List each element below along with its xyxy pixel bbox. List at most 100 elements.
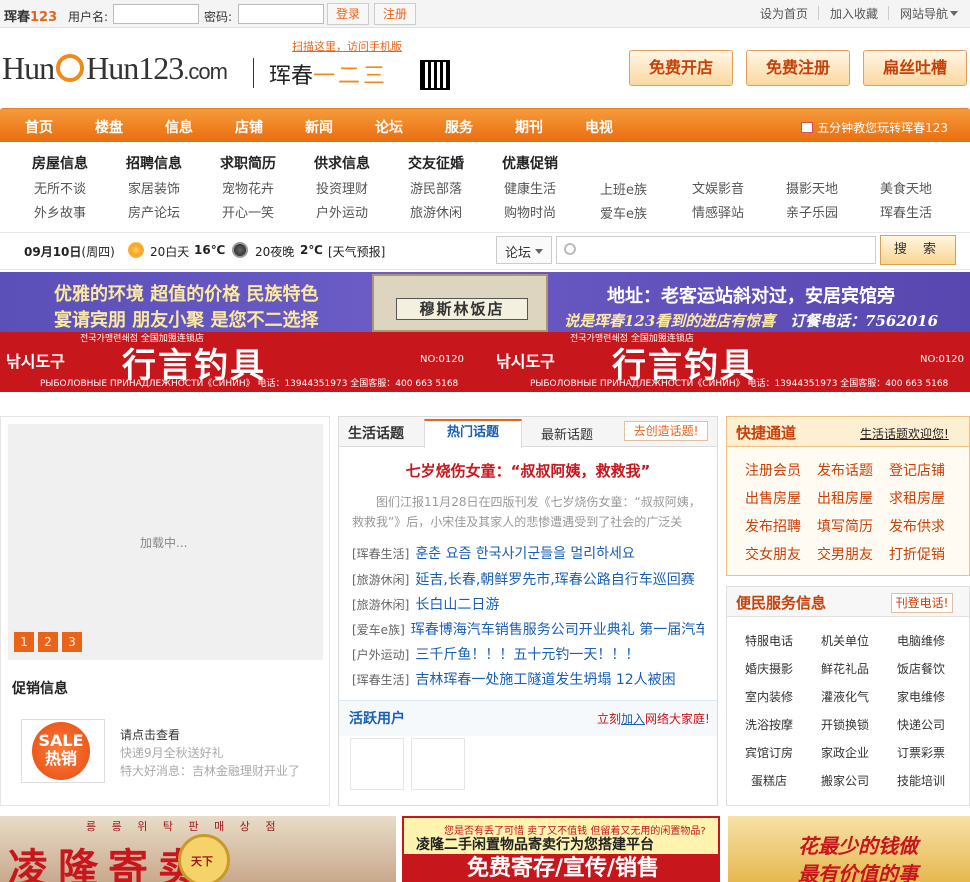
- cat-link[interactable]: 上班e族: [600, 179, 647, 198]
- cat-link[interactable]: 无所不谈: [34, 178, 86, 197]
- nav-info[interactable]: 信息: [165, 117, 193, 137]
- nav-news[interactable]: 新闻: [305, 117, 333, 137]
- nav-journal[interactable]: 期刊: [515, 117, 543, 137]
- service-link[interactable]: 机关单位: [821, 632, 869, 649]
- quick-link[interactable]: 填写简历: [817, 516, 873, 536]
- avatar[interactable]: [411, 738, 465, 790]
- promo-line[interactable]: 特大好消息：吉林金融理财开业了: [120, 762, 300, 779]
- mobile-scan-link[interactable]: 扫描这里，访问手机版: [292, 38, 402, 54]
- cat-link[interactable]: 外乡故事: [34, 202, 86, 221]
- service-link[interactable]: 家电维修: [897, 688, 945, 705]
- service-link[interactable]: 灌液化气: [821, 688, 869, 705]
- topic-row[interactable]: [户外运动] 三千斤鱼！！！五十元钓一天！！！: [352, 644, 704, 666]
- quick-link[interactable]: 注册会员: [745, 460, 801, 480]
- cat-link[interactable]: 文娱影音: [692, 178, 744, 197]
- nav-tv[interactable]: 电视: [585, 117, 613, 137]
- service-link[interactable]: 婚庆摄影: [745, 660, 793, 677]
- sale-image[interactable]: SALE 热销: [21, 719, 105, 783]
- join-link[interactable]: 立刻加入网络大家庭!: [597, 710, 710, 727]
- slider-page-2[interactable]: 2: [38, 632, 58, 652]
- cat-supply[interactable]: 供求信息: [314, 153, 370, 173]
- service-link[interactable]: 开锁换锁: [821, 716, 869, 733]
- service-link[interactable]: 家政企业: [821, 744, 869, 761]
- cat-link[interactable]: 摄影天地: [786, 178, 838, 197]
- quick-link[interactable]: 出租房屋: [817, 488, 873, 508]
- cat-link[interactable]: 亲子乐园: [786, 202, 838, 221]
- cat-link[interactable]: 爱车e族: [600, 203, 647, 222]
- cat-promotions[interactable]: 优惠促销: [502, 153, 558, 173]
- headline-link[interactable]: 七岁烧伤女童：“叔叔阿姨，救救我”: [339, 460, 717, 481]
- brand-small[interactable]: 珲春123: [4, 6, 57, 25]
- topic-row[interactable]: [旅游休闲] 延吉,长春,朝鲜罗先市,珲春公路自行车巡回赛: [352, 569, 704, 591]
- fishing-gear-banner-ad[interactable]: 전국가맹련쇄점 全国加盟连锁店 전국가맹련쇄점 全国加盟连锁店 낚시도구 낚시도…: [0, 332, 970, 392]
- cat-link[interactable]: 开心一笑: [222, 202, 274, 221]
- topic-row[interactable]: [爱车e族] 珲春博海汽车销售服务公司开业典礼 第一届汽车: [352, 619, 704, 641]
- image-slider[interactable]: 加载中...: [8, 424, 323, 660]
- search-input[interactable]: [556, 236, 876, 264]
- nav-forum[interactable]: 论坛: [375, 117, 403, 137]
- nav-shops[interactable]: 店铺: [235, 117, 263, 137]
- tutorial-link[interactable]: 五分钟教您玩转珲春123: [801, 119, 948, 136]
- chevron-down-icon[interactable]: [950, 11, 958, 16]
- set-homepage-link[interactable]: 设为首页: [760, 5, 808, 22]
- cat-link[interactable]: 游民部落: [410, 178, 462, 197]
- cat-link[interactable]: 房产论坛: [128, 202, 180, 221]
- cat-link[interactable]: 美食天地: [880, 178, 932, 197]
- promo-line[interactable]: 快递9月全秋送好礼: [120, 744, 224, 761]
- password-input[interactable]: [238, 4, 324, 24]
- forecast-link[interactable]: [天气预报]: [328, 243, 385, 260]
- register-button[interactable]: 注册: [374, 3, 416, 25]
- free-register-button[interactable]: 免费注册: [746, 50, 850, 86]
- topic-row[interactable]: [珲春生活] 吉林珲春一处施工隧道发生坍塌 12人被困: [352, 669, 704, 691]
- service-link[interactable]: 特服电话: [745, 632, 793, 649]
- quick-link[interactable]: 出售房屋: [745, 488, 801, 508]
- free-shop-button[interactable]: 免费开店: [629, 50, 733, 86]
- cat-dating[interactable]: 交友征婚: [408, 153, 464, 173]
- cat-housing[interactable]: 房屋信息: [32, 153, 88, 173]
- cat-link[interactable]: 家居装饰: [128, 178, 180, 197]
- service-link[interactable]: 鲜花礼品: [821, 660, 869, 677]
- quick-link[interactable]: 打折促销: [889, 544, 945, 564]
- search-scope-select[interactable]: 论坛: [496, 236, 552, 264]
- avatar[interactable]: [350, 738, 404, 790]
- cat-link[interactable]: 宠物花卉: [222, 178, 274, 197]
- service-link[interactable]: 快递公司: [897, 716, 945, 733]
- nav-property[interactable]: 楼盘: [95, 117, 123, 137]
- service-link[interactable]: 洗浴按摩: [745, 716, 793, 733]
- topics-welcome-link[interactable]: 生活话题欢迎您!: [860, 425, 949, 442]
- service-link[interactable]: 搬家公司: [821, 772, 869, 789]
- service-link[interactable]: 电脑维修: [897, 632, 945, 649]
- site-nav-link[interactable]: 网站导航: [900, 5, 948, 22]
- quick-link[interactable]: 交男朋友: [817, 544, 873, 564]
- service-link[interactable]: 宾馆订房: [745, 744, 793, 761]
- service-link[interactable]: 蛋糕店: [751, 772, 787, 789]
- hotel-banner-ad[interactable]: 优雅的环境 超值的价格 民族特色 宴请宾朋 朋友小聚 是您不二选择 穆斯林饭店 …: [0, 272, 970, 332]
- topic-row[interactable]: [旅游休闲] 长白山二日游: [352, 594, 704, 616]
- cat-resumes[interactable]: 求职简历: [220, 153, 276, 173]
- quick-link[interactable]: 发布话题: [817, 460, 873, 480]
- slider-page-1[interactable]: 1: [14, 632, 34, 652]
- topic-row[interactable]: [珲春生活] 훈춘 요즘 한국사기군들을 멀리하세요: [352, 543, 704, 565]
- tab-latest-topics[interactable]: 最新话题: [541, 424, 593, 443]
- cat-link[interactable]: 购物时尚: [504, 202, 556, 221]
- quick-link[interactable]: 交女朋友: [745, 544, 801, 564]
- promo-link[interactable]: 请点击查看: [120, 726, 180, 743]
- cat-link[interactable]: 旅游休闲: [410, 202, 462, 221]
- login-button[interactable]: 登录: [327, 3, 369, 25]
- search-button[interactable]: 搜 索: [880, 235, 956, 265]
- secondhand-ad[interactable]: 您是否有丢了可惜 卖了又不值钱 但留着又无用的闲置物品? 凌隆二手闲置物品寄卖行…: [402, 816, 720, 882]
- add-favorite-link[interactable]: 加入收藏: [830, 5, 878, 22]
- cat-link[interactable]: 投资理财: [316, 178, 368, 197]
- cat-link[interactable]: 珲春生活: [880, 202, 932, 221]
- quick-link[interactable]: 求租房屋: [889, 488, 945, 508]
- qr-code-icon[interactable]: [420, 60, 450, 90]
- site-logo[interactable]: Hun Hun123.com: [2, 50, 228, 87]
- feedback-button[interactable]: 扁丝吐槽: [863, 50, 967, 86]
- username-input[interactable]: [113, 4, 199, 24]
- nav-services[interactable]: 服务: [445, 117, 473, 137]
- cat-link[interactable]: 健康生活: [504, 178, 556, 197]
- slider-page-3[interactable]: 3: [62, 632, 82, 652]
- service-link[interactable]: 室内装修: [745, 688, 793, 705]
- cat-link[interactable]: 户外运动: [316, 202, 368, 221]
- tab-hot-topics[interactable]: 热门话题: [424, 419, 522, 448]
